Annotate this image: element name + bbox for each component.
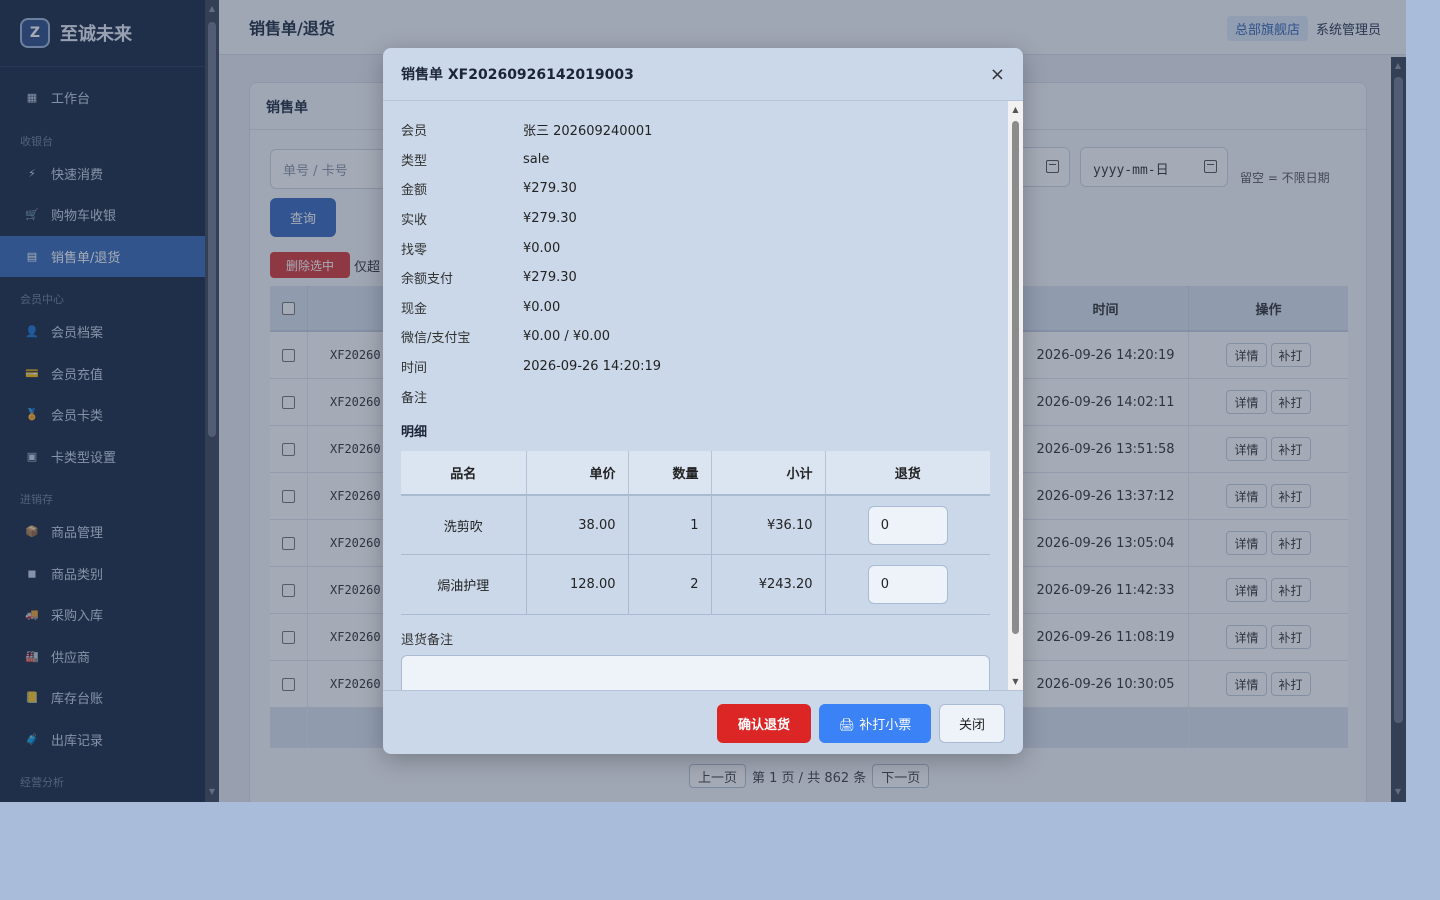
close-button[interactable]: 关闭	[939, 704, 1005, 743]
dialog-title: 销售单 XF20260926142019003	[383, 48, 1023, 101]
field-label: 找零	[401, 242, 428, 258]
return-remark-label: 退货备注	[401, 633, 454, 649]
field-value: ¥279.30	[523, 211, 577, 227]
field-value: 2026-09-26 14:20:19	[523, 359, 662, 375]
field-label: 会员	[401, 124, 428, 140]
return-header: 退货	[825, 450, 990, 496]
item-qty: 1	[628, 494, 712, 556]
field-label: 微信/支付宝	[401, 331, 471, 347]
order-field: 时间 2026-09-26 14:20:19	[401, 352, 990, 382]
field-value: 张三 202609240001	[523, 124, 653, 140]
qty-header: 数量	[628, 450, 712, 496]
close-icon[interactable]: ×	[990, 64, 1005, 85]
field-label: 现金	[401, 301, 428, 317]
item-row: 洗剪吹 38.00 1 ¥36.10 0	[401, 494, 990, 556]
return-qty-input[interactable]: 0	[867, 565, 948, 605]
order-field: 金额 ¥279.30	[401, 174, 990, 204]
field-label: 实收	[401, 213, 428, 229]
items-table: 品名 单价 数量 小计 退货 洗剪吹 38.00 1 ¥36.10 0 焗油护理…	[401, 450, 990, 616]
price-header: 单价	[526, 450, 629, 496]
field-label: 备注	[401, 390, 428, 406]
item-price: 38.00	[526, 494, 629, 556]
dialog-body: 会员 张三 202609240001 类型 sale 金额 ¥279.30 实收 ¥279.3…	[383, 101, 1023, 690]
subtotal-header: 小计	[711, 450, 826, 496]
field-value: ¥0.00 / ¥0.00	[523, 329, 611, 345]
field-label: 类型	[401, 153, 428, 169]
order-fields: 会员 张三 202609240001 类型 sale 金额 ¥279.30 实收 ¥279.3…	[401, 101, 990, 411]
name-header: 品名	[401, 450, 527, 496]
item-qty: 2	[628, 554, 712, 616]
order-field: 类型 sale	[401, 145, 990, 175]
field-value: ¥0.00	[523, 240, 561, 256]
item-subtotal: ¥243.20	[711, 554, 826, 616]
dialog-footer: 确认退货 🖨 补打小票 关闭	[383, 690, 1023, 754]
field-value: ¥279.30	[523, 181, 577, 197]
item-return-cell: 0	[825, 554, 990, 616]
item-row: 焗油护理 128.00 2 ¥243.20 0	[401, 554, 990, 616]
return-qty-input[interactable]: 0	[867, 505, 948, 545]
confirm-return-button[interactable]: 确认退货	[717, 704, 811, 743]
item-name: 焗油护理	[401, 554, 527, 616]
dialog-scrollbar[interactable]: ▲ ▼	[1008, 101, 1023, 690]
field-value: ¥279.30	[523, 270, 577, 286]
field-label: 金额	[401, 183, 428, 199]
order-field: 微信/支付宝 ¥0.00 / ¥0.00	[401, 322, 990, 352]
item-subtotal: ¥36.10	[711, 494, 826, 556]
scroll-up-icon[interactable]: ▲	[1008, 105, 1023, 114]
return-remark-input[interactable]	[401, 655, 990, 690]
item-price: 128.00	[526, 554, 629, 616]
order-field: 现金 ¥0.00	[401, 293, 990, 323]
scroll-thumb[interactable]	[1012, 121, 1019, 634]
items-header-row: 品名 单价 数量 小计 退货	[401, 450, 990, 496]
field-label: 余额支付	[401, 272, 454, 288]
order-field: 找零 ¥0.00	[401, 233, 990, 263]
field-value: sale	[523, 151, 550, 167]
item-name: 洗剪吹	[401, 494, 527, 556]
sales-order-dialog: 销售单 XF20260926142019003 × 会员 张三 202609240…	[383, 48, 1023, 754]
item-return-cell: 0	[825, 494, 990, 556]
order-field: 实收 ¥279.30	[401, 204, 990, 234]
order-field: 余额支付 ¥279.30	[401, 263, 990, 293]
field-label: 时间	[401, 361, 428, 377]
reprint-receipt-button[interactable]: 🖨 补打小票	[819, 704, 931, 743]
scroll-down-icon[interactable]: ▼	[1008, 677, 1023, 686]
field-value: ¥0.00	[523, 299, 561, 315]
order-field: 备注	[401, 381, 990, 411]
detail-section-title: 明细	[401, 424, 428, 440]
order-field: 会员 张三 202609240001	[401, 115, 990, 145]
